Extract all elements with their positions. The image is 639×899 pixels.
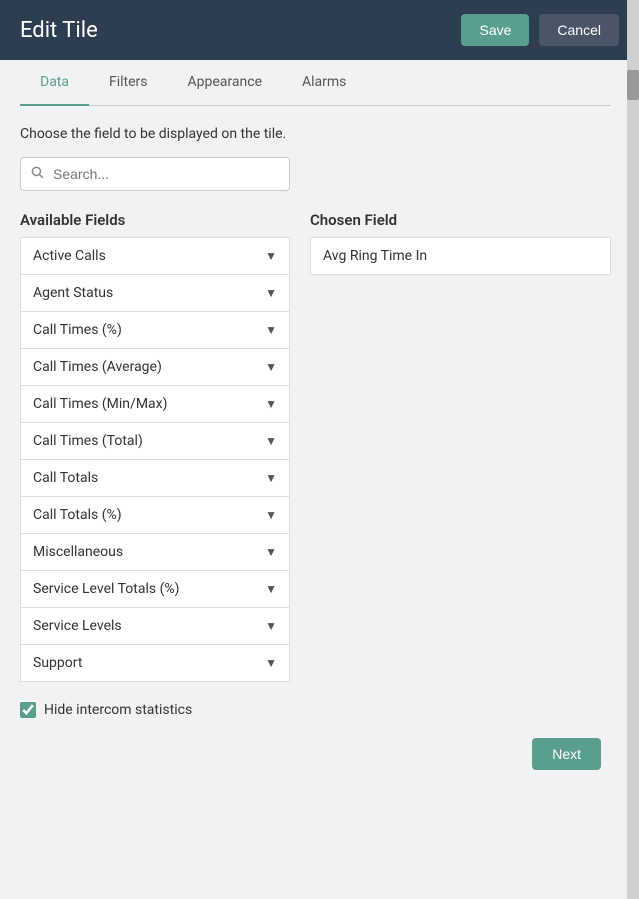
chevron-down-icon: ▼ — [265, 508, 277, 522]
list-item[interactable]: Miscellaneous ▼ — [20, 533, 290, 570]
chosen-field-title: Chosen Field — [310, 211, 611, 229]
cancel-button[interactable]: Cancel — [539, 14, 619, 46]
tab-filters[interactable]: Filters — [89, 60, 168, 106]
field-item-label: Miscellaneous — [33, 544, 123, 560]
field-item-label: Call Times (Min/Max) — [33, 396, 167, 412]
field-item-label: Service Levels — [33, 618, 122, 634]
search-input[interactable] — [20, 157, 290, 191]
tab-data[interactable]: Data — [20, 60, 89, 106]
chevron-down-icon: ▼ — [265, 471, 277, 485]
bottom-area: Next — [20, 738, 611, 770]
header-buttons: Save Cancel — [461, 14, 619, 46]
field-item-label: Call Totals (%) — [33, 507, 122, 523]
hide-intercom-label: Hide intercom statistics — [44, 702, 192, 718]
chosen-field-value: Avg Ring Time In — [310, 237, 611, 275]
chevron-down-icon: ▼ — [265, 397, 277, 411]
field-item-label: Service Level Totals (%) — [33, 581, 180, 597]
list-item[interactable]: Call Totals (%) ▼ — [20, 496, 290, 533]
save-button[interactable]: Save — [461, 14, 529, 46]
chevron-down-icon: ▼ — [265, 619, 277, 633]
chevron-down-icon: ▼ — [265, 286, 277, 300]
search-icon — [30, 165, 44, 183]
chosen-field-panel: Chosen Field Avg Ring Time In — [310, 211, 611, 275]
chevron-down-icon: ▼ — [265, 656, 277, 670]
chevron-down-icon: ▼ — [265, 582, 277, 596]
field-item-label: Active Calls — [33, 248, 106, 264]
list-item[interactable]: Call Times (Average) ▼ — [20, 348, 290, 385]
page-title: Edit Tile — [20, 18, 98, 43]
hide-intercom-checkbox[interactable] — [20, 702, 36, 718]
field-item-label: Support — [33, 655, 82, 671]
chevron-down-icon: ▼ — [265, 323, 277, 337]
tab-alarms[interactable]: Alarms — [282, 60, 366, 106]
field-item-label: Call Times (%) — [33, 322, 122, 338]
list-item[interactable]: Call Times (%) ▼ — [20, 311, 290, 348]
header: Edit Tile Save Cancel — [0, 0, 639, 60]
main-content: Data Filters Appearance Alarms Choose th… — [0, 60, 639, 899]
field-item-label: Call Totals — [33, 470, 98, 486]
field-item-label: Call Times (Average) — [33, 359, 162, 375]
list-item[interactable]: Support ▼ — [20, 644, 290, 682]
search-container — [20, 157, 290, 191]
next-button[interactable]: Next — [532, 738, 601, 770]
field-item-label: Agent Status — [33, 285, 113, 301]
list-item[interactable]: Call Times (Min/Max) ▼ — [20, 385, 290, 422]
list-item[interactable]: Service Levels ▼ — [20, 607, 290, 644]
list-item[interactable]: Call Times (Total) ▼ — [20, 422, 290, 459]
chevron-down-icon: ▼ — [265, 434, 277, 448]
available-fields-panel: Available Fields Active Calls▼Agent Stat… — [20, 211, 290, 682]
instruction-text: Choose the field to be displayed on the … — [20, 126, 611, 142]
list-item[interactable]: Agent Status ▼ — [20, 274, 290, 311]
fields-layout: Available Fields Active Calls▼Agent Stat… — [20, 211, 611, 682]
chevron-down-icon: ▼ — [265, 545, 277, 559]
fields-list: Active Calls▼Agent Status▼Call Times (%)… — [20, 237, 290, 682]
list-item[interactable]: Service Level Totals (%) ▼ — [20, 570, 290, 607]
chevron-down-icon: ▼ — [265, 360, 277, 374]
available-fields-title: Available Fields — [20, 211, 290, 229]
list-item[interactable]: Active Calls ▼ — [20, 237, 290, 274]
tabs-bar: Data Filters Appearance Alarms — [20, 60, 611, 106]
scrollbar-thumb[interactable] — [627, 70, 639, 100]
checkbox-row: Hide intercom statistics — [20, 702, 611, 718]
chevron-down-icon: ▼ — [265, 249, 277, 263]
scrollbar-track — [627, 0, 639, 899]
list-item[interactable]: Call Totals ▼ — [20, 459, 290, 496]
tab-appearance[interactable]: Appearance — [168, 60, 282, 106]
field-item-label: Call Times (Total) — [33, 433, 143, 449]
